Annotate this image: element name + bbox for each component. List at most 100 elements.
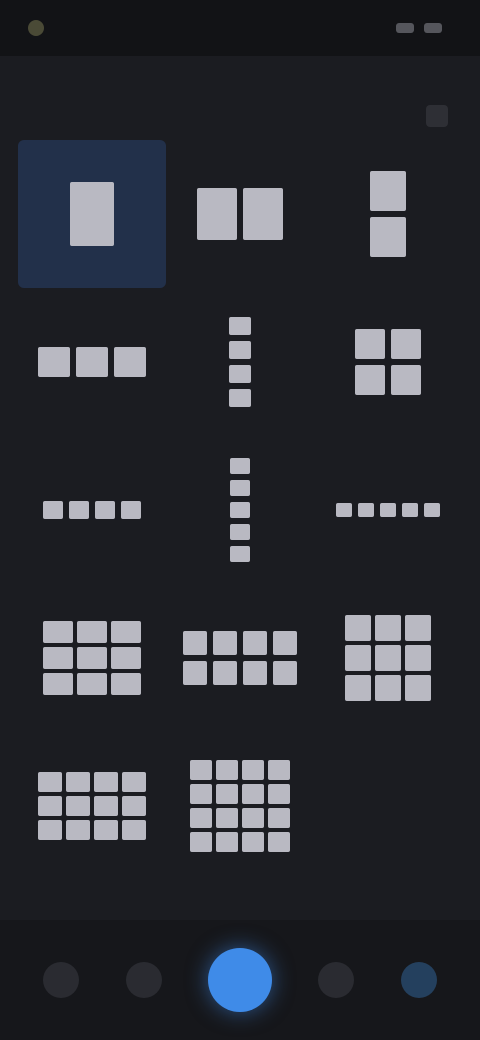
layout-cell [70, 182, 114, 246]
layout-preview-icon [336, 503, 440, 517]
layout-cell [76, 347, 108, 377]
layout-preview-icon [190, 760, 290, 852]
layout-preview-icon [43, 621, 141, 695]
layout-cell [213, 661, 237, 685]
layout-option-three-by-three-tall[interactable] [314, 584, 462, 732]
layout-cell [230, 546, 250, 562]
layout-option-four-stacked[interactable] [166, 288, 314, 436]
layout-cell [190, 760, 212, 780]
layout-cell [242, 832, 264, 852]
layout-cell [268, 808, 290, 828]
layout-cell [114, 347, 146, 377]
layout-cell [229, 341, 251, 359]
layout-cell [358, 503, 374, 517]
layout-cell [242, 784, 264, 804]
gallery-icon[interactable] [125, 962, 162, 998]
layout-cell [375, 675, 401, 701]
layout-cell [122, 796, 146, 816]
layout-preview-icon [197, 188, 283, 240]
layout-cell [405, 615, 431, 641]
layout-cell [66, 772, 90, 792]
layout-cell [242, 760, 264, 780]
layout-cell [355, 365, 385, 395]
layout-cell [229, 389, 251, 407]
layout-cell [77, 621, 107, 643]
layout-option-five-stacked[interactable] [166, 436, 314, 584]
layout-cell [229, 365, 251, 383]
layout-option-four-row[interactable] [18, 436, 166, 584]
layout-cell [242, 808, 264, 828]
layout-cell [43, 647, 73, 669]
layout-option-four-by-four[interactable] [166, 732, 314, 880]
layout-cell [38, 347, 70, 377]
home-icon[interactable] [43, 962, 80, 998]
layout-cell [230, 502, 250, 518]
layout-cell [77, 647, 107, 669]
status-right [396, 23, 452, 33]
layout-cell [111, 673, 141, 695]
layout-cell [197, 188, 237, 240]
layout-cell [230, 458, 250, 474]
layout-cell [190, 832, 212, 852]
layout-cell [190, 784, 212, 804]
layout-cell [391, 329, 421, 359]
layout-cell [268, 760, 290, 780]
layout-grid [18, 140, 462, 880]
layout-cell [380, 503, 396, 517]
layout-cell [183, 661, 207, 685]
layout-cell [216, 808, 238, 828]
layout-cell [213, 631, 237, 655]
layout-option-two-stacked[interactable] [314, 140, 462, 288]
layout-cell [370, 217, 406, 257]
layout-cell [243, 631, 267, 655]
layout-cell [355, 329, 385, 359]
layout-cell [122, 820, 146, 840]
layout-cell [391, 365, 421, 395]
layout-cell [345, 615, 371, 641]
layout-cell [66, 820, 90, 840]
layout-cell [268, 832, 290, 852]
layout-cell [273, 661, 297, 685]
layout-option-four-by-two[interactable] [166, 584, 314, 732]
settings-icon[interactable] [400, 962, 437, 998]
layout-cell [405, 675, 431, 701]
layout-option-three-row[interactable] [18, 288, 166, 436]
layout-cell [38, 796, 62, 816]
capture-icon[interactable] [207, 948, 272, 1012]
layout-cell [43, 673, 73, 695]
layout-cell [216, 784, 238, 804]
layout-preview-icon [345, 615, 431, 701]
bottom-navigation [0, 920, 480, 1040]
layout-cell [111, 621, 141, 643]
layout-cell [345, 645, 371, 671]
edit-icon[interactable] [318, 962, 355, 998]
layout-cell [38, 772, 62, 792]
layout-option-two-by-two[interactable] [314, 288, 462, 436]
layout-cell [66, 796, 90, 816]
layout-cell [375, 645, 401, 671]
layout-option-two-square[interactable] [166, 140, 314, 288]
app-logo-icon [28, 20, 44, 36]
layout-cell [111, 647, 141, 669]
layout-cell [95, 501, 115, 519]
layout-preview-icon [370, 171, 406, 257]
status-left [28, 20, 52, 36]
layout-cell [216, 760, 238, 780]
layout-preview-icon [230, 458, 250, 562]
layout-cell [43, 501, 63, 519]
layout-option-four-by-three[interactable] [18, 732, 166, 880]
layout-cell [243, 188, 283, 240]
layout-cell [402, 503, 418, 517]
status-bar [0, 0, 480, 56]
layout-cell [69, 501, 89, 519]
layout-preview-icon [38, 347, 146, 377]
layout-cell [38, 820, 62, 840]
layout-option-three-by-three[interactable] [18, 584, 166, 732]
layout-cell [122, 772, 146, 792]
layout-option-single-tall[interactable] [18, 140, 166, 288]
layout-cell [370, 171, 406, 211]
more-options-icon[interactable] [426, 105, 448, 127]
layout-option-five-row[interactable] [314, 436, 462, 584]
layout-preview-icon [355, 329, 421, 395]
layout-cell [230, 524, 250, 540]
